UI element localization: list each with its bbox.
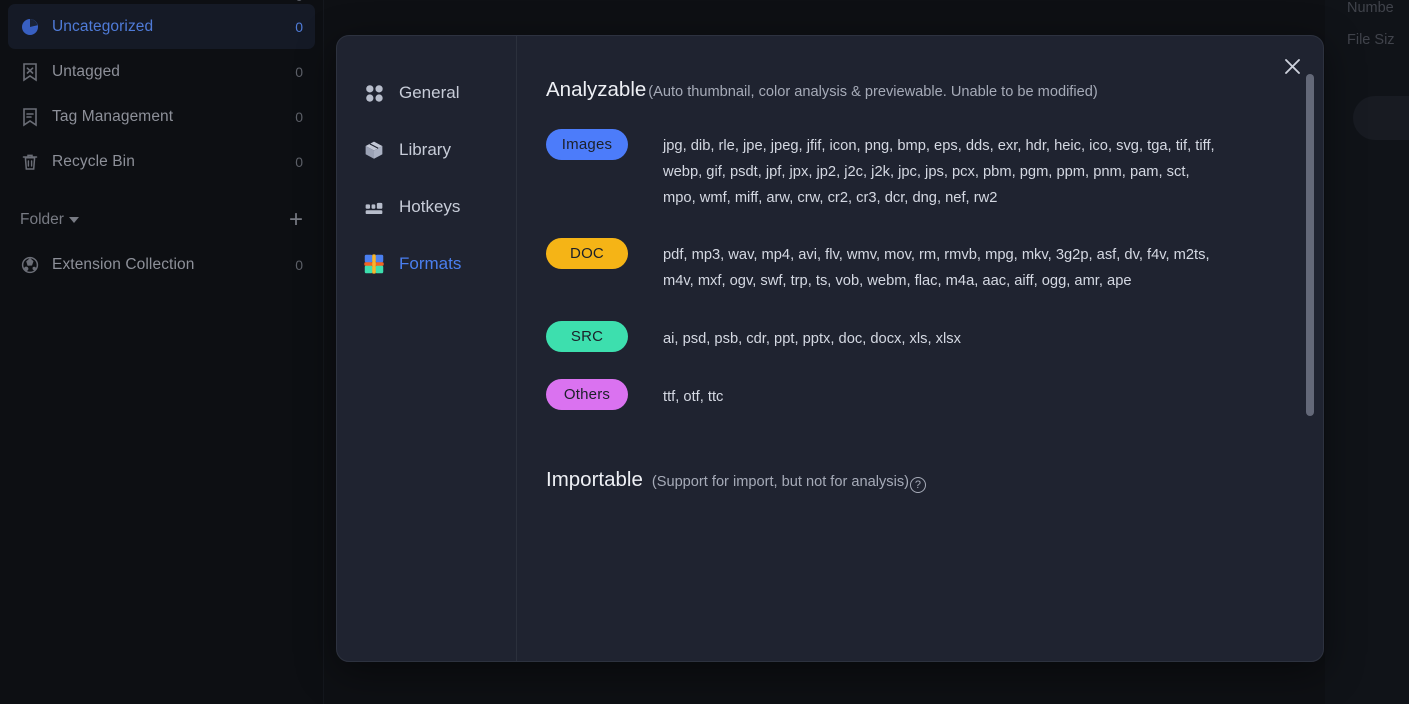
format-group-list: Images jpg, dib, rle, jpe, jpeg, jfif, ic… bbox=[546, 129, 1283, 410]
bookmark-lines-icon bbox=[20, 107, 40, 127]
grid-dots-icon bbox=[363, 82, 385, 104]
format-group-row: Others ttf, otf, ttc bbox=[546, 379, 1283, 410]
app-root: All0Uncategorized0Untagged0Tag Managemen… bbox=[0, 0, 1409, 704]
dialog-tab-general[interactable]: General bbox=[347, 72, 506, 114]
format-badge: Others bbox=[546, 379, 628, 410]
folder-item-label: Extension Collection bbox=[52, 255, 195, 273]
sidebar-item-count: 0 bbox=[295, 153, 303, 170]
format-group-row: Images jpg, dib, rle, jpe, jpeg, jfif, ic… bbox=[546, 129, 1283, 211]
dialog-tab-label: Library bbox=[399, 140, 451, 159]
peek-button[interactable] bbox=[1353, 96, 1409, 140]
peek-label-number: Numbe bbox=[1347, 0, 1394, 16]
formats-settings-dialog: General Library Hotkeys Formats Analyzable … bbox=[336, 35, 1324, 662]
plus-icon[interactable]: + bbox=[289, 208, 303, 232]
dialog-tab-label: General bbox=[399, 83, 460, 102]
folder-list: Extension Collection 0 bbox=[0, 242, 323, 287]
peek-label-filesize: File Siz bbox=[1347, 32, 1395, 48]
folder-section-header[interactable]: Folder + bbox=[8, 198, 315, 242]
folder-item-extension-collection[interactable]: Extension Collection 0 bbox=[8, 242, 315, 287]
bookmark-x-icon bbox=[20, 62, 40, 82]
sidebar-item-recycle-bin[interactable]: Recycle Bin 0 bbox=[8, 139, 315, 184]
analyzable-title: Analyzable bbox=[546, 78, 647, 101]
question-mark-icon[interactable]: ? bbox=[909, 477, 926, 493]
formats-grid-icon bbox=[363, 253, 385, 275]
sidebar-item-count: 0 bbox=[295, 108, 303, 125]
chevron-down-icon[interactable] bbox=[68, 217, 79, 223]
dialog-tab-label: Formats bbox=[399, 254, 462, 273]
analyzable-subtitle: (Auto thumbnail, color analysis & previe… bbox=[648, 84, 1098, 100]
format-badge: DOC bbox=[546, 238, 628, 269]
format-badge: SRC bbox=[546, 321, 628, 352]
pie-chart-icon bbox=[20, 17, 40, 37]
analyzable-header: Analyzable (Auto thumbnail, color analys… bbox=[546, 78, 1283, 102]
format-badge: Images bbox=[546, 129, 628, 160]
right-panel-peek: Numbe File Siz bbox=[1325, 0, 1409, 704]
sidebar-nav-list: All0Uncategorized0Untagged0Tag Managemen… bbox=[0, 0, 323, 184]
dialog-tab-formats[interactable]: Formats bbox=[347, 243, 506, 285]
extension-collection-icon bbox=[20, 255, 40, 275]
dialog-nav: General Library Hotkeys Formats bbox=[337, 36, 517, 661]
importable-header: Importable (Support for import, but not … bbox=[546, 468, 1283, 493]
format-group-row: SRC ai, psd, psb, cdr, ppt, pptx, doc, do… bbox=[546, 321, 1283, 352]
dialog-tab-label: Hotkeys bbox=[399, 197, 461, 216]
sidebar-item-label: Untagged bbox=[52, 62, 121, 80]
dialog-content: Analyzable (Auto thumbnail, color analys… bbox=[518, 36, 1323, 661]
sidebar-item-uncategorized[interactable]: Uncategorized 0 bbox=[8, 4, 315, 49]
format-extension-list: pdf, mp3, wav, mp4, avi, flv, wmv, mov, … bbox=[663, 247, 1210, 289]
dialog-tab-library[interactable]: Library bbox=[347, 129, 506, 171]
sidebar-item-tag-management[interactable]: Tag Management 0 bbox=[8, 94, 315, 139]
format-group-row: DOC pdf, mp3, wav, mp4, avi, flv, wmv, mo… bbox=[546, 238, 1283, 294]
trash-icon bbox=[20, 152, 40, 172]
sidebar-item-count: 0 bbox=[295, 63, 303, 80]
sidebar-item-count: 0 bbox=[295, 18, 303, 35]
folder-section-title: Folder bbox=[20, 211, 64, 228]
format-extension-list: ai, psd, psb, cdr, ppt, pptx, doc, docx,… bbox=[663, 331, 961, 347]
importable-subtitle: (Support for import, but not for analysi… bbox=[651, 474, 909, 490]
sidebar-item-label: Tag Management bbox=[52, 107, 174, 125]
keyboard-icon bbox=[363, 196, 385, 218]
folder-item-count: 0 bbox=[295, 256, 303, 273]
sidebar-item-label: Recycle Bin bbox=[52, 152, 135, 170]
dialog-scrollbar-thumb[interactable] bbox=[1306, 74, 1314, 416]
sidebar-item-label: Uncategorized bbox=[52, 17, 154, 35]
sidebar: All0Uncategorized0Untagged0Tag Managemen… bbox=[0, 0, 324, 704]
sidebar-item-untagged[interactable]: Untagged 0 bbox=[8, 49, 315, 94]
format-extension-list: ttf, otf, ttc bbox=[663, 389, 724, 405]
format-extension-list: jpg, dib, rle, jpe, jpeg, jfif, icon, pn… bbox=[663, 138, 1215, 206]
box-icon bbox=[363, 139, 385, 161]
importable-title: Importable bbox=[546, 468, 643, 491]
dialog-tab-hotkeys[interactable]: Hotkeys bbox=[347, 186, 506, 228]
